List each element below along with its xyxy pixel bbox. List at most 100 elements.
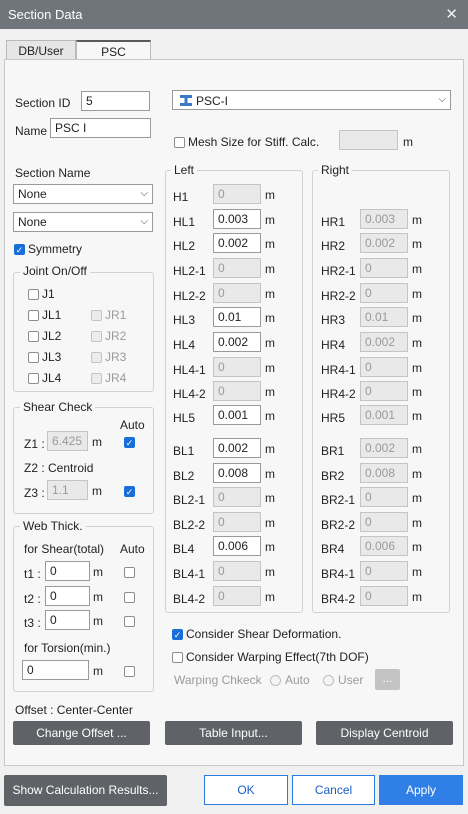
jr3-checkbox[interactable] xyxy=(91,352,102,363)
right-row-input[interactable]: 0.001 xyxy=(360,405,408,425)
right-row-unit: m xyxy=(412,262,422,276)
right-row-label: HR2-2 xyxy=(321,289,356,303)
shear-deformation-checkbox[interactable]: ✓ xyxy=(172,629,183,640)
right-row-input[interactable]: 0.008 xyxy=(360,463,408,483)
section-type-dropdown[interactable]: PSC-I ⌵ xyxy=(172,90,451,110)
display-centroid-button[interactable]: Display Centroid xyxy=(316,721,453,745)
jl4-checkbox[interactable] xyxy=(28,373,39,384)
right-row-input[interactable]: 0.003 xyxy=(360,209,408,229)
jr3-label: JR3 xyxy=(105,350,127,364)
right-row-label: HR4 xyxy=(321,338,346,352)
left-row-input[interactable]: 0 xyxy=(213,381,261,401)
name-input[interactable]: PSC I xyxy=(50,118,151,138)
mesh-size-checkbox[interactable] xyxy=(174,137,185,148)
shear-deformation-label: Consider Shear Deformation. xyxy=(186,627,342,641)
change-offset-button[interactable]: Change Offset ... xyxy=(13,721,150,745)
right-row-unit: m xyxy=(412,409,422,423)
t2-unit: m xyxy=(93,590,103,604)
right-row-input[interactable]: 0 xyxy=(360,512,408,532)
left-row-label: BL1 xyxy=(173,444,195,458)
ok-button[interactable]: OK xyxy=(204,775,288,805)
left-row-input[interactable]: 0.003 xyxy=(213,209,261,229)
z3-label: Z3 : xyxy=(24,486,45,500)
section-name-dropdown-1[interactable]: None ⌵ xyxy=(13,184,153,204)
apply-button[interactable]: Apply xyxy=(379,775,463,805)
left-row-input[interactable]: 0.006 xyxy=(213,536,261,556)
left-row-input[interactable]: 0 xyxy=(213,184,261,204)
jr2-checkbox[interactable] xyxy=(91,331,102,342)
left-row-input[interactable]: 0 xyxy=(213,283,261,303)
t3-unit: m xyxy=(93,614,103,628)
symmetry-checkbox[interactable]: ✓ xyxy=(14,244,25,255)
right-row-input[interactable]: 0.006 xyxy=(360,536,408,556)
jl1-checkbox[interactable] xyxy=(28,310,39,321)
jl2-checkbox[interactable] xyxy=(28,331,39,342)
z3-input[interactable]: 1.1 xyxy=(47,480,88,500)
jl3-checkbox[interactable] xyxy=(28,352,39,363)
j1-checkbox[interactable] xyxy=(28,289,39,300)
chevron-down-icon: ⌵ xyxy=(438,94,446,105)
left-row-input[interactable]: 0 xyxy=(213,258,261,278)
right-row-input[interactable]: 0 xyxy=(360,283,408,303)
left-row-input[interactable]: 0.002 xyxy=(213,332,261,352)
left-row-input[interactable]: 0.008 xyxy=(213,463,261,483)
section-id-input[interactable]: 5 xyxy=(81,91,150,111)
t3-auto-checkbox[interactable] xyxy=(124,616,135,627)
right-row-input[interactable]: 0.002 xyxy=(360,332,408,352)
symmetry-label: Symmetry xyxy=(28,242,82,256)
t1-auto-checkbox[interactable] xyxy=(124,567,135,578)
right-row-unit: m xyxy=(412,361,422,375)
left-row-input[interactable]: 0 xyxy=(213,561,261,581)
t3-input[interactable]: 0 xyxy=(45,610,90,630)
right-row-input[interactable]: 0 xyxy=(360,258,408,278)
z1-unit: m xyxy=(92,435,102,449)
left-row-input[interactable]: 0 xyxy=(213,586,261,606)
torsion-input[interactable]: 0 xyxy=(22,660,89,680)
left-row-input[interactable]: 0 xyxy=(213,512,261,532)
z1-input[interactable]: 6.425 xyxy=(47,431,88,451)
right-row-input[interactable]: 0 xyxy=(360,487,408,507)
right-row-input[interactable]: 0.01 xyxy=(360,307,408,327)
left-row-input[interactable]: 0.001 xyxy=(213,405,261,425)
cancel-button[interactable]: Cancel xyxy=(292,775,375,805)
right-row-input[interactable]: 0 xyxy=(360,561,408,581)
jr4-checkbox[interactable] xyxy=(91,373,102,384)
t1-label: t1 : xyxy=(24,567,41,581)
warping-more-button[interactable]: ... xyxy=(375,669,400,690)
left-row-input[interactable]: 0.002 xyxy=(213,233,261,253)
jr1-checkbox[interactable] xyxy=(91,310,102,321)
close-icon[interactable]: ✕ xyxy=(445,5,458,23)
mesh-size-input[interactable] xyxy=(339,130,398,150)
left-row-input[interactable]: 0.002 xyxy=(213,438,261,458)
jl2-label: JL2 xyxy=(42,329,62,343)
warping-effect-checkbox[interactable] xyxy=(172,652,183,663)
right-row-input[interactable]: 0 xyxy=(360,357,408,377)
section-type-value: PSC-I xyxy=(196,94,229,108)
right-row-input[interactable]: 0 xyxy=(360,381,408,401)
right-row-unit: m xyxy=(412,590,422,604)
z1-auto-checkbox[interactable]: ✓ xyxy=(124,437,135,448)
right-row-label: HR1 xyxy=(321,215,346,229)
left-row-label: HL4-2 xyxy=(173,387,206,401)
show-calculation-results-button[interactable]: Show Calculation Results... xyxy=(4,775,167,806)
section-name-dropdown-2[interactable]: None ⌵ xyxy=(13,212,153,232)
right-row-input[interactable]: 0.002 xyxy=(360,233,408,253)
warping-auto-radio[interactable] xyxy=(270,675,281,686)
t2-input[interactable]: 0 xyxy=(45,586,90,606)
left-row-unit: m xyxy=(265,237,275,251)
z3-auto-checkbox[interactable]: ✓ xyxy=(124,486,135,497)
t2-auto-checkbox[interactable] xyxy=(124,592,135,603)
table-input-button[interactable]: Table Input... xyxy=(165,721,302,745)
left-row-input[interactable]: 0 xyxy=(213,357,261,377)
warping-user-radio[interactable] xyxy=(323,675,334,686)
t1-input[interactable]: 0 xyxy=(45,561,90,581)
left-row-input[interactable]: 0 xyxy=(213,487,261,507)
right-row-input[interactable]: 0 xyxy=(360,586,408,606)
right-row-input[interactable]: 0.002 xyxy=(360,438,408,458)
chevron-down-icon: ⌵ xyxy=(140,216,148,227)
left-row-input[interactable]: 0.01 xyxy=(213,307,261,327)
z3-unit: m xyxy=(92,484,102,498)
left-row-label: BL4 xyxy=(173,542,195,556)
left-row-unit: m xyxy=(265,262,275,276)
torsion-auto-checkbox[interactable] xyxy=(124,666,135,677)
